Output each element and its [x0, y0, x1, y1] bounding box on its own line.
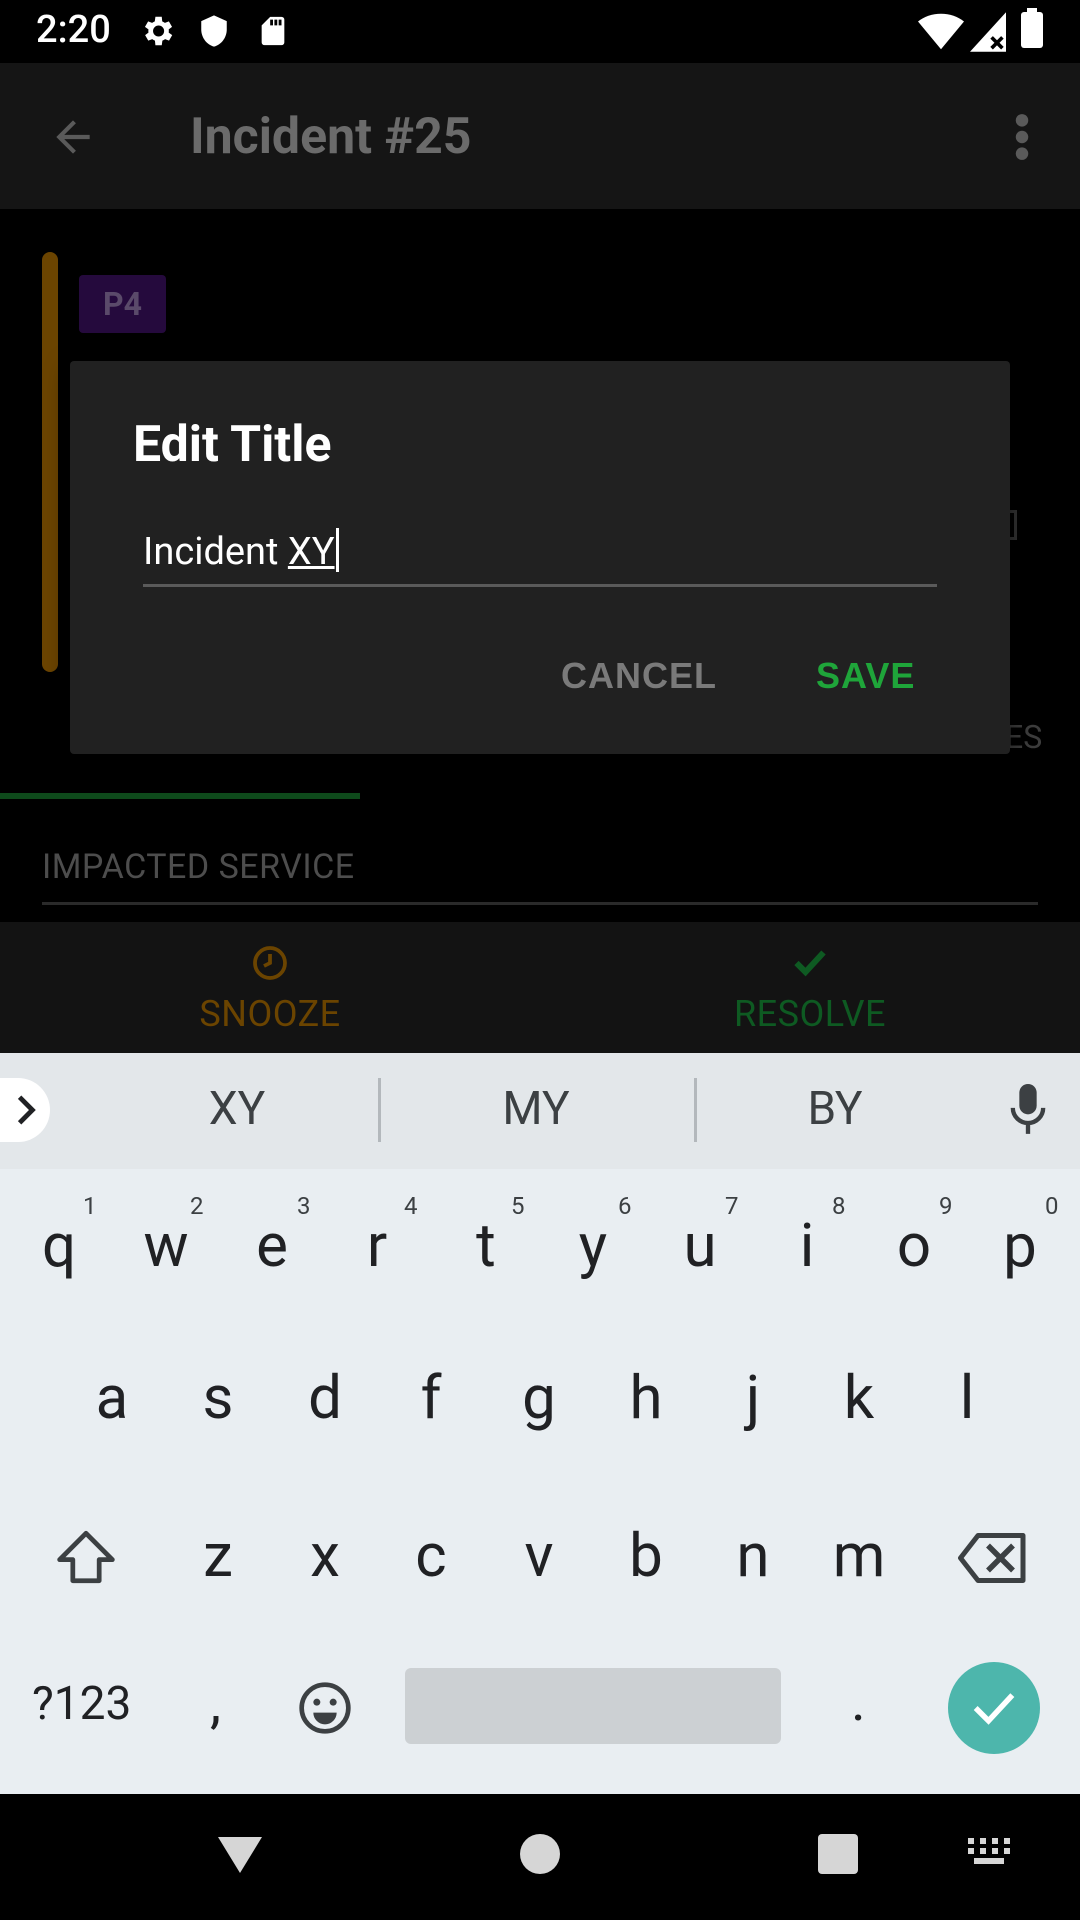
key-hint-6: 6 — [618, 1192, 632, 1220]
key-g[interactable]: g — [486, 1362, 592, 1433]
snooze-button[interactable]: SNOOZE — [120, 945, 420, 1035]
save-button[interactable]: SAVE — [816, 655, 915, 697]
key-k[interactable]: k — [806, 1362, 912, 1433]
suggestion-divider — [378, 1078, 381, 1142]
cell-signal-icon — [970, 12, 1006, 52]
priority-stripe — [42, 252, 58, 672]
status-time: 2:20 — [36, 8, 111, 52]
key-y[interactable]: y — [540, 1210, 646, 1281]
title-input[interactable]: Incident XY — [143, 528, 339, 574]
nav-back-icon[interactable] — [216, 1834, 264, 1876]
key-q[interactable]: q — [6, 1210, 112, 1281]
wifi-icon — [918, 13, 964, 50]
key-d[interactable]: d — [272, 1362, 378, 1433]
navigation-bar — [0, 1794, 1080, 1920]
comma-key[interactable]: , — [210, 1670, 221, 1736]
microphone-icon[interactable] — [1008, 1084, 1048, 1136]
shift-icon[interactable] — [54, 1528, 118, 1586]
enter-key[interactable] — [948, 1662, 1040, 1754]
input-underline — [143, 584, 937, 587]
clock-icon — [253, 946, 287, 980]
key-hint-7: 7 — [725, 1192, 739, 1220]
impacted-service-label[interactable]: IMPACTED SERVICE — [42, 847, 355, 887]
key-w[interactable]: w — [113, 1210, 219, 1281]
arrow-back-icon[interactable] — [48, 112, 98, 162]
status-bar: 2:20 — [0, 0, 1080, 63]
key-t[interactable]: t — [433, 1210, 539, 1281]
key-b[interactable]: b — [593, 1520, 699, 1591]
key-hint-3: 3 — [297, 1192, 311, 1220]
snooze-label: SNOOZE — [199, 993, 341, 1035]
emoji-icon[interactable] — [297, 1680, 353, 1736]
key-n[interactable]: n — [700, 1520, 806, 1591]
key-l[interactable]: l — [914, 1362, 1020, 1433]
priority-badge: P4 — [79, 275, 166, 333]
key-hint-9: 9 — [939, 1192, 953, 1220]
key-h[interactable]: h — [593, 1362, 699, 1433]
key-f[interactable]: f — [378, 1362, 484, 1433]
key-r[interactable]: r — [324, 1210, 430, 1281]
key-j[interactable]: j — [700, 1362, 806, 1433]
key-o[interactable]: o — [861, 1210, 967, 1281]
key-hint-1: 1 — [83, 1192, 97, 1220]
key-s[interactable]: s — [165, 1362, 271, 1433]
key-i[interactable]: i — [754, 1210, 860, 1281]
key-a[interactable]: a — [59, 1362, 165, 1433]
key-hint-0: 0 — [1045, 1192, 1059, 1220]
tab-indicator — [0, 793, 360, 799]
obscured-tab-label: ES — [1005, 718, 1043, 756]
period-key[interactable]: . — [851, 1668, 866, 1734]
keyboard-switch-icon[interactable] — [968, 1838, 1010, 1868]
key-hint-4: 4 — [404, 1192, 418, 1220]
key-p[interactable]: p — [967, 1210, 1073, 1281]
nav-recents-icon[interactable] — [818, 1834, 858, 1874]
input-text-prefix: Incident — [143, 530, 288, 574]
resolve-button[interactable]: RESOLVE — [660, 945, 960, 1035]
gear-icon — [144, 16, 173, 46]
suggestion-3[interactable]: BY — [705, 1082, 965, 1136]
input-composing-word: XY — [287, 530, 335, 574]
suggestion-divider — [694, 1078, 697, 1142]
symbols-key[interactable]: ?123 — [32, 1677, 131, 1731]
nav-home-icon[interactable] — [520, 1834, 560, 1874]
chevron-right-icon — [17, 1095, 36, 1125]
text-cursor — [335, 528, 339, 572]
suggestion-1[interactable]: XY — [107, 1082, 367, 1136]
battery-icon — [1021, 12, 1043, 48]
page-title: Incident #25 — [190, 108, 472, 166]
key-hint-2: 2 — [190, 1192, 204, 1220]
key-u[interactable]: u — [647, 1210, 753, 1281]
key-hint-5: 5 — [511, 1192, 525, 1220]
sd-card-icon — [261, 16, 285, 46]
key-e[interactable]: e — [219, 1210, 325, 1281]
resolve-label: RESOLVE — [734, 993, 886, 1035]
key-hint-8: 8 — [832, 1192, 846, 1220]
cancel-button[interactable]: CANCEL — [561, 655, 717, 697]
dialog-title: Edit Title — [133, 416, 332, 474]
shield-icon — [201, 15, 227, 47]
suggestion-2[interactable]: MY — [406, 1082, 666, 1136]
battery-tip — [1027, 8, 1037, 14]
more-vert-icon[interactable] — [1010, 112, 1034, 162]
key-m[interactable]: m — [806, 1520, 912, 1591]
impacted-service-divider — [42, 902, 1038, 905]
app-bar — [0, 63, 1080, 209]
key-c[interactable]: c — [378, 1520, 484, 1591]
key-x[interactable]: x — [272, 1520, 378, 1591]
key-v[interactable]: v — [486, 1520, 592, 1591]
space-key[interactable] — [405, 1668, 781, 1744]
key-z[interactable]: z — [165, 1520, 271, 1591]
checkmark-icon — [973, 1693, 1015, 1725]
backspace-icon[interactable] — [958, 1532, 1028, 1584]
check-icon — [794, 950, 826, 977]
